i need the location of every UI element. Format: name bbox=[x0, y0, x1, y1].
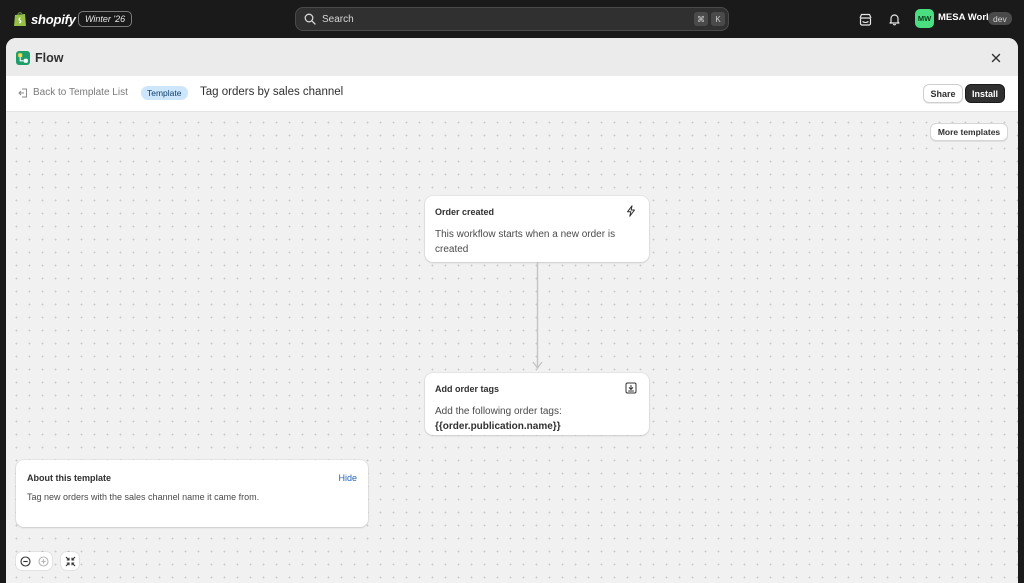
workflow-connector-arrow bbox=[532, 262, 543, 370]
zoom-in-button[interactable] bbox=[34, 552, 52, 570]
flow-app-window: Flow Back to Template List Template Tag … bbox=[6, 38, 1018, 583]
action-description-text: Add the following order tags: bbox=[435, 406, 562, 417]
zoom-controls bbox=[16, 552, 52, 570]
collapse-arrows-icon bbox=[65, 556, 75, 566]
template-header: Back to Template List Template Tag order… bbox=[6, 76, 1018, 112]
search-bar[interactable]: Search ⌘ K bbox=[295, 7, 729, 31]
shopify-topbar: shopify Winter '26 Search ⌘ K MW MESA Wo… bbox=[0, 0, 1024, 38]
about-text: Tag new orders with the sales channel na… bbox=[27, 492, 260, 502]
zoom-in-icon bbox=[37, 555, 49, 567]
search-icon bbox=[304, 13, 316, 25]
template-name: Tag orders by sales channel bbox=[200, 86, 344, 98]
dev-store-badge: dev bbox=[988, 12, 1012, 25]
edition-badge[interactable]: Winter '26 bbox=[78, 11, 133, 27]
notifications-bell-icon[interactable] bbox=[886, 11, 902, 27]
shopify-bag-icon bbox=[14, 12, 26, 26]
shortcut-k-key: K bbox=[711, 12, 725, 26]
exit-arrow-icon bbox=[18, 88, 27, 97]
hide-about-link[interactable]: Hide bbox=[338, 473, 357, 483]
back-link-label: Back to Template List bbox=[33, 87, 128, 98]
install-button[interactable]: Install bbox=[965, 84, 1005, 103]
share-button[interactable]: Share bbox=[923, 84, 963, 103]
action-description: Add the following order tags: {{order.pu… bbox=[435, 404, 635, 434]
store-avatar[interactable]: MW bbox=[915, 9, 934, 28]
store-icon-graphic bbox=[858, 13, 872, 26]
template-badge: Template bbox=[141, 86, 188, 100]
lightning-icon bbox=[627, 205, 635, 217]
shopify-logo[interactable]: shopify bbox=[13, 10, 76, 28]
store-icon[interactable] bbox=[857, 11, 873, 27]
trigger-description: This workflow starts when a new order is… bbox=[435, 229, 616, 255]
trigger-node-order-created[interactable]: Order created This workflow starts when … bbox=[425, 196, 649, 262]
flow-app-icon bbox=[16, 51, 30, 65]
about-title: About this template bbox=[27, 473, 112, 483]
store-name[interactable]: MESA World bbox=[938, 12, 994, 23]
trigger-title: Order created bbox=[435, 207, 495, 217]
search-placeholder: Search bbox=[322, 13, 354, 25]
shopify-wordmark: shopify bbox=[31, 11, 76, 27]
action-title: Add order tags bbox=[435, 384, 500, 394]
close-button[interactable] bbox=[989, 51, 1003, 65]
back-to-template-list-link[interactable]: Back to Template List bbox=[18, 87, 128, 98]
about-template-card: About this template Hide Tag new orders … bbox=[16, 460, 368, 527]
fit-to-view-button[interactable] bbox=[61, 552, 79, 570]
app-title: Flow bbox=[35, 51, 64, 65]
more-templates-button[interactable]: More templates bbox=[930, 123, 1008, 141]
action-tag-value: {{order.publication.name}} bbox=[435, 421, 561, 432]
close-icon bbox=[991, 53, 1001, 63]
zoom-out-button[interactable] bbox=[16, 552, 34, 570]
bell-icon-graphic bbox=[888, 13, 900, 25]
shortcut-cmd-key: ⌘ bbox=[694, 12, 708, 26]
workflow-canvas[interactable]: More templates Order created This workfl… bbox=[6, 112, 1018, 583]
app-title-bar: Flow bbox=[6, 38, 1018, 76]
action-node-add-order-tags[interactable]: Add order tags Add the following order t… bbox=[425, 373, 649, 435]
zoom-out-icon bbox=[19, 555, 31, 567]
download-box-icon bbox=[625, 382, 637, 394]
